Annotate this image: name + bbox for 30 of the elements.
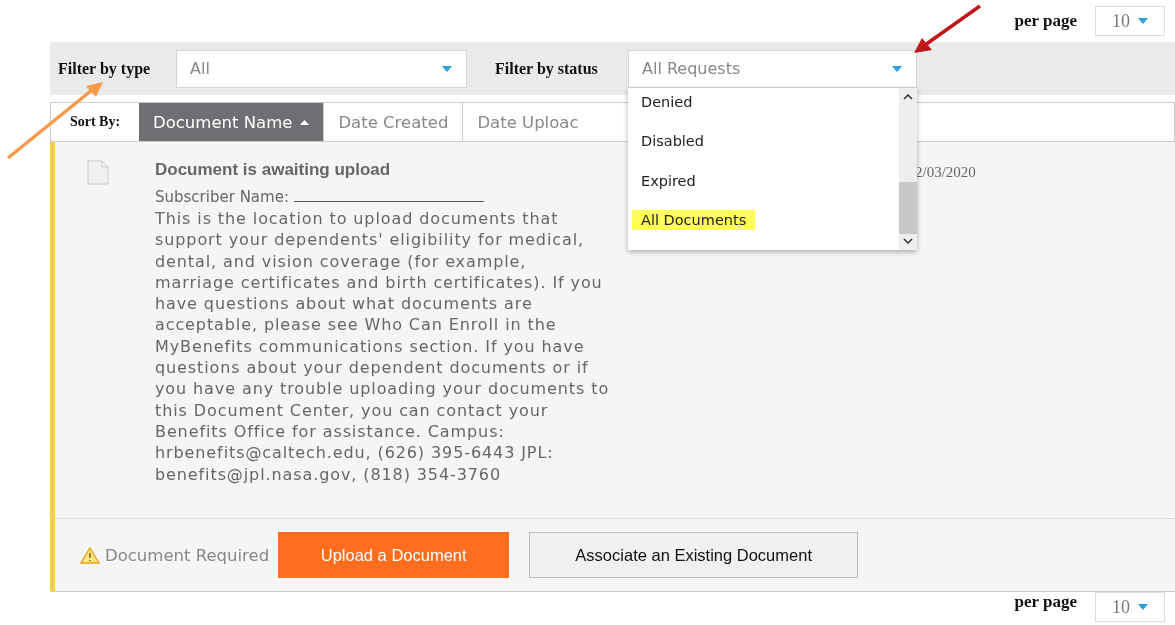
filter-label: Filter by type (58, 59, 152, 78)
filter-select[interactable]: All Requests (628, 49, 917, 88)
dropdown-option[interactable]: Expired (632, 170, 705, 191)
per-page-label: per page (1014, 592, 1077, 612)
caret-icon (1138, 604, 1148, 610)
caret-icon (442, 65, 452, 72)
annotation-arrow (914, 4, 981, 53)
warning-icon (80, 546, 100, 564)
per-page-select[interactable]: 10 (1095, 6, 1165, 36)
upload-button[interactable]: Upload a Document (278, 532, 510, 578)
per-page-select[interactable]: 10 (1095, 592, 1165, 622)
per-page-label: per page (1014, 11, 1077, 31)
scrollbar[interactable] (899, 87, 917, 250)
sort-label: Sort By: (68, 113, 122, 131)
sort-tab[interactable]: Document Name (139, 103, 325, 141)
status-label: Document Required (105, 545, 270, 565)
filter-label: Filter by status (495, 59, 599, 78)
caret-icon (892, 65, 902, 72)
caret-icon (1138, 18, 1148, 24)
scroll-down-icon[interactable] (903, 237, 913, 244)
filter-select[interactable]: All (176, 49, 467, 88)
document-icon (86, 160, 110, 186)
document-description: This is the location to upload documents that support your dependents' eligibility for medical, dental, and vision coverage (for example, marriage certificates and birth certificates). If you have questions about what documents are acceptable, please see Who Can Enroll in the MyBenefits communications section. If you have questions about your dependent documents or if you have any trouble uploading your documents to this Document Center, you can contact your Benefits Office for assistance. Campus: hrbenefits@caltech.edu, (626) 395-6443 JPL: benefits@jpl.nasa.gov, (818) 354-3760 (155, 208, 610, 485)
document-title: Document is awaiting upload (155, 160, 392, 180)
scroll-up-icon[interactable] (903, 93, 913, 100)
document-date: 2/03/2020 (915, 163, 976, 182)
dropdown-option[interactable]: All Documents (632, 210, 756, 230)
subscriber-label: Subscriber Name: (155, 187, 615, 208)
sort-ascending-icon (300, 119, 310, 125)
associate-button[interactable]: Associate an Existing Document (529, 532, 859, 578)
